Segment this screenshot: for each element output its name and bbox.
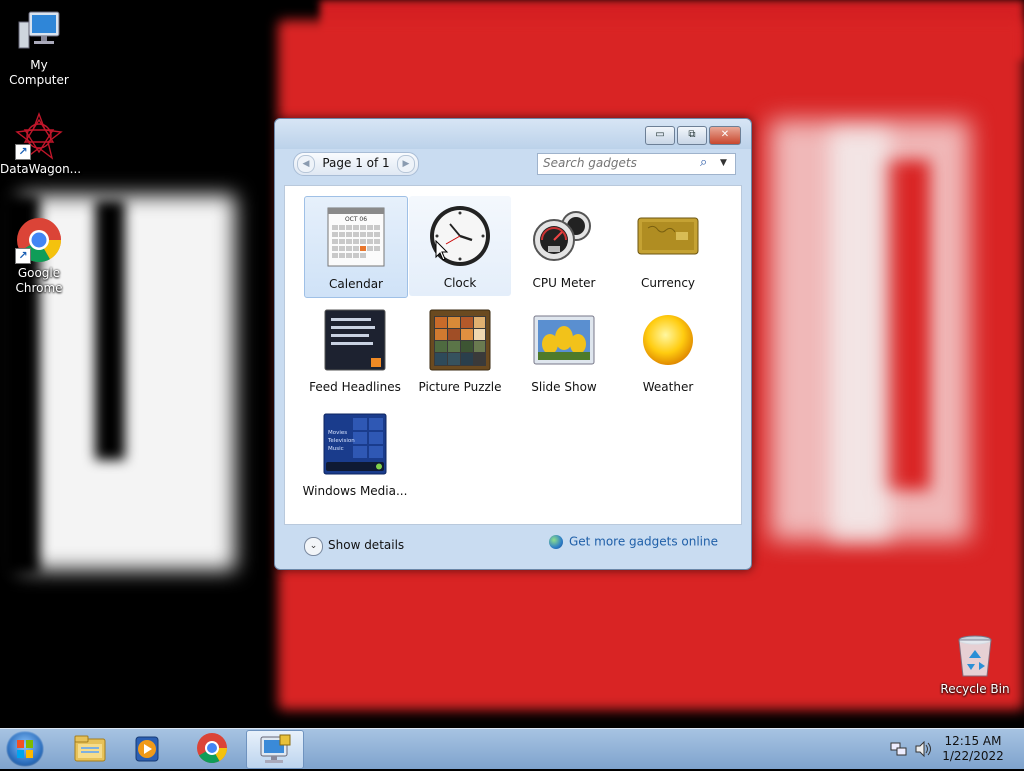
media-menu-item: Television bbox=[327, 438, 355, 444]
gadget-tile-feed-headlines[interactable]: Feed Headlines bbox=[304, 300, 406, 400]
media-menu-item: Music bbox=[328, 446, 344, 452]
gadget-tile-cpu-meter[interactable]: CPU Meter bbox=[513, 196, 615, 296]
desktop-icon-label: Google Chrome bbox=[15, 266, 63, 295]
calendar-month-label: OCT 06 bbox=[345, 216, 367, 223]
taskbar: 12:15 AM 1/22/2022 bbox=[0, 728, 1024, 769]
remote-desktop-icon bbox=[260, 734, 291, 763]
mouse-cursor-icon bbox=[435, 240, 449, 261]
desktop-icon-label: DataWagon... bbox=[0, 162, 82, 176]
search-dropdown-button[interactable]: ▼ bbox=[720, 155, 732, 171]
taskbar-chrome[interactable] bbox=[184, 730, 240, 767]
gadget-tile-weather[interactable]: Weather bbox=[617, 300, 719, 400]
cpu-meter-icon bbox=[532, 204, 596, 268]
volume-icon[interactable] bbox=[914, 741, 932, 757]
currency-icon bbox=[636, 204, 700, 268]
slide-show-icon bbox=[532, 308, 596, 372]
gadgets-footer: ⌄ Show details Get more gadgets online bbox=[284, 526, 742, 566]
media-menu-item: Movies bbox=[328, 430, 347, 436]
gadget-tile-calendar[interactable]: OCT 06 Calendar bbox=[304, 196, 408, 298]
chrome-icon: ↗ bbox=[15, 216, 63, 264]
gadget-tile-currency[interactable]: Currency bbox=[617, 196, 719, 296]
feed-headlines-icon bbox=[323, 308, 387, 372]
desktop-icon-recycle-bin[interactable]: Recycle Bin bbox=[936, 632, 1014, 697]
taskbar-clock[interactable]: 12:15 AM 1/22/2022 bbox=[940, 734, 1006, 764]
gadget-name: Weather bbox=[642, 380, 694, 394]
page-navigator: ◀ Page 1 of 1 ▶ bbox=[293, 152, 419, 176]
shortcut-arrow-icon: ↗ bbox=[15, 144, 31, 160]
computer-icon bbox=[15, 8, 63, 56]
gadget-name: Feed Headlines bbox=[309, 380, 401, 394]
chrome-icon bbox=[197, 733, 227, 764]
get-more-gadgets-link[interactable]: Get more gadgets online bbox=[548, 534, 718, 554]
clock-date: 1/22/2022 bbox=[942, 749, 1004, 763]
picture-puzzle-icon bbox=[428, 308, 492, 372]
previous-page-button[interactable]: ◀ bbox=[297, 155, 315, 173]
clock-time: 12:15 AM bbox=[944, 734, 1002, 748]
taskbar-file-explorer[interactable] bbox=[62, 730, 118, 767]
show-details-label: Show details bbox=[328, 538, 405, 552]
shortcut-arrow-icon: ↗ bbox=[15, 248, 31, 264]
network-icon[interactable] bbox=[890, 741, 908, 757]
next-page-button[interactable]: ▶ bbox=[397, 155, 415, 173]
gadget-name: Windows Media... bbox=[302, 484, 408, 498]
desktop-icon-google-chrome[interactable]: ↗ Google Chrome bbox=[0, 216, 78, 296]
weather-icon bbox=[636, 308, 700, 372]
recycle-bin-icon bbox=[951, 632, 999, 680]
search-box: ⌕ ▼ bbox=[537, 153, 736, 175]
gadget-tile-slide-show[interactable]: Slide Show bbox=[513, 300, 615, 400]
gadget-tile-picture-puzzle[interactable]: Picture Puzzle bbox=[409, 300, 511, 400]
desktop-icon-label: Recycle Bin bbox=[940, 682, 1010, 696]
calendar-icon: OCT 06 bbox=[324, 205, 388, 269]
desktop-icon-datawagon[interactable]: ↗ DataWagon... bbox=[0, 112, 82, 177]
minimize-button[interactable]: ▭ bbox=[645, 126, 675, 145]
gadget-tile-windows-media[interactable]: Movies Television Music Windows Media... bbox=[303, 404, 407, 504]
search-icon[interactable]: ⌕ bbox=[700, 155, 714, 171]
page-indicator: Page 1 of 1 bbox=[322, 156, 390, 170]
gadget-name: Currency bbox=[640, 276, 696, 290]
windows-media-icon: Movies Television Music bbox=[323, 412, 387, 476]
restore-button[interactable]: ⧉ bbox=[677, 126, 707, 145]
start-button[interactable] bbox=[6, 731, 44, 767]
globe-icon bbox=[548, 534, 563, 549]
taskbar-media-player[interactable] bbox=[120, 730, 176, 767]
gadgets-window: ▭ ⧉ ✕ ◀ Page 1 of 1 ▶ ⌕ ▼ OCT 06 bbox=[274, 118, 752, 570]
chevron-down-icon: ⌄ bbox=[304, 537, 323, 556]
datawagon-icon: ↗ bbox=[15, 112, 63, 160]
title-bar[interactable]: ▭ ⧉ ✕ bbox=[275, 119, 751, 149]
taskbar-remote-desktop[interactable] bbox=[246, 730, 304, 769]
file-explorer-icon bbox=[74, 735, 106, 762]
close-button[interactable]: ✕ bbox=[709, 126, 741, 145]
gadget-gallery: OCT 06 Calendar Clock CPU Meter Currency… bbox=[284, 185, 742, 525]
get-more-gadgets-label: Get more gadgets online bbox=[568, 534, 718, 549]
search-input[interactable] bbox=[538, 154, 693, 172]
media-player-icon bbox=[135, 736, 159, 762]
system-tray: 12:15 AM 1/22/2022 bbox=[890, 729, 1024, 769]
desktop-icon-label: My Computer bbox=[9, 58, 69, 87]
toolbar: ◀ Page 1 of 1 ▶ ⌕ ▼ bbox=[283, 149, 743, 183]
desktop-icon-my-computer[interactable]: My Computer bbox=[0, 8, 78, 88]
gadget-tile-clock[interactable]: Clock bbox=[409, 196, 511, 296]
windows-logo-icon bbox=[17, 740, 33, 758]
